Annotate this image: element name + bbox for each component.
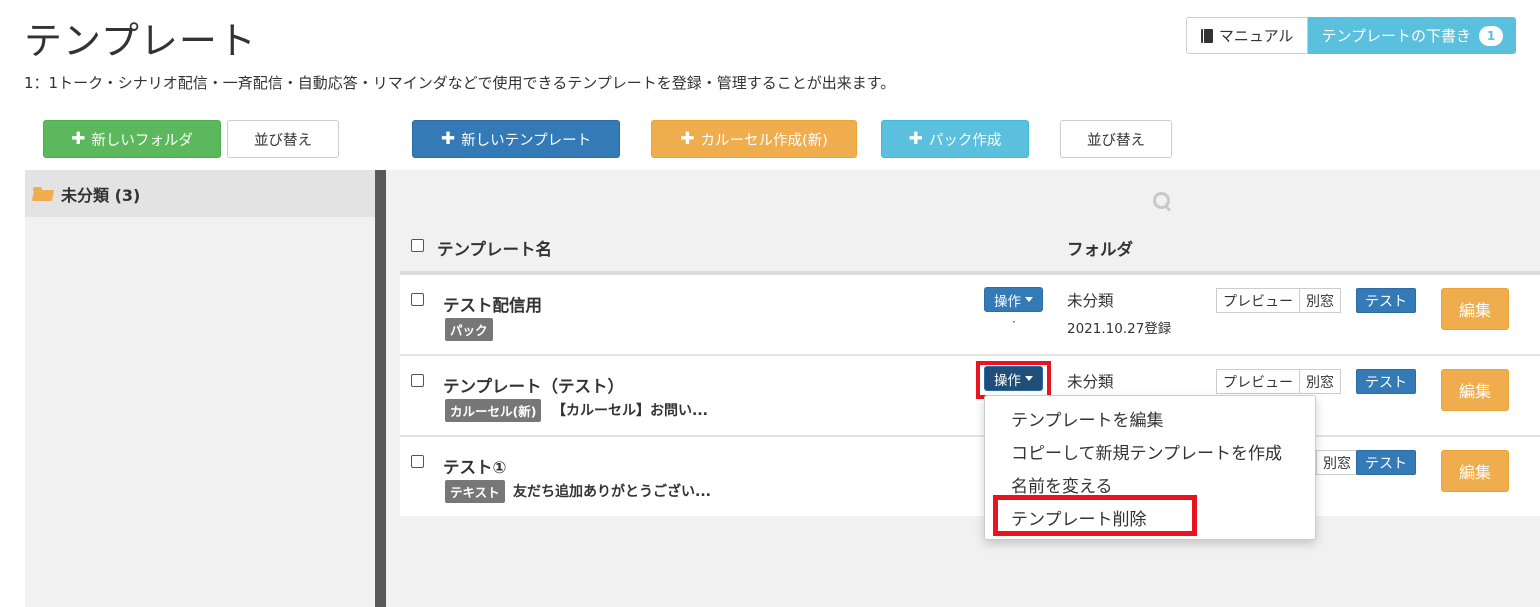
- row-checkbox[interactable]: [411, 374, 424, 387]
- sidebar-item-uncategorized[interactable]: 未分類 (3): [25, 170, 375, 217]
- table-row: テンプレート（テスト） カルーセル(新) 【カルーセル】お問い... 操作 未分…: [400, 356, 1540, 435]
- template-name: テスト配信用: [443, 296, 542, 315]
- caret-down-icon: [1025, 297, 1033, 302]
- top-actions: マニュアル テンプレートの下書き 1: [1185, 17, 1516, 54]
- preview-group: 別窓: [1316, 450, 1358, 475]
- new-folder-label: 新しいフォルダ: [91, 132, 193, 149]
- edit-button[interactable]: 編集: [1441, 450, 1509, 492]
- row-checkbox[interactable]: [411, 455, 424, 468]
- folder-sidebar: 未分類 (3): [25, 170, 375, 607]
- search-icon[interactable]: [1153, 192, 1171, 210]
- plus-icon: ✚: [71, 129, 86, 149]
- new-folder-button[interactable]: ✚ 新しいフォルダ: [43, 120, 221, 158]
- open-window-button[interactable]: 別窓: [1300, 288, 1341, 313]
- panel-divider[interactable]: [375, 170, 386, 607]
- template-name: テスト①: [443, 458, 507, 477]
- page-title: テンプレート: [24, 19, 257, 63]
- book-icon: [1200, 28, 1213, 43]
- template-type-badge: パック: [445, 318, 493, 341]
- sort-folders-button[interactable]: 並び替え: [227, 120, 339, 158]
- plus-icon: ✚: [440, 129, 456, 149]
- test-send-button[interactable]: テスト: [1356, 288, 1416, 313]
- edit-button[interactable]: 編集: [1441, 288, 1509, 330]
- select-all-checkbox[interactable]: [411, 239, 424, 252]
- table-row: テスト① テキスト 友だち追加ありがとうござい... 別窓 テスト 編集: [400, 437, 1540, 516]
- menu-item-edit-template[interactable]: テンプレートを編集: [985, 402, 1315, 435]
- column-header-name: テンプレート名: [437, 240, 553, 259]
- drafts-count-badge: 1: [1479, 25, 1503, 46]
- pack-create-button[interactable]: ✚ パック作成: [881, 120, 1029, 158]
- highlight-delete-item: [993, 495, 1197, 536]
- edit-button[interactable]: 編集: [1441, 369, 1509, 411]
- template-type-badge: カルーセル(新): [445, 399, 542, 422]
- carousel-create-label: カルーセル作成(新): [700, 132, 828, 149]
- test-send-button[interactable]: テスト: [1356, 369, 1416, 394]
- sidebar-item-label: 未分類 (3): [61, 185, 141, 205]
- template-drafts-button[interactable]: テンプレートの下書き 1: [1308, 17, 1516, 54]
- open-window-button[interactable]: 別窓: [1316, 450, 1358, 475]
- open-window-button[interactable]: 別窓: [1300, 369, 1341, 394]
- row-folder: 未分類: [1067, 373, 1114, 391]
- operations-label: 操作: [994, 293, 1021, 310]
- template-type-badge: テキスト: [445, 480, 505, 503]
- preview-group: プレビュー 別窓: [1216, 288, 1341, 313]
- menu-item-copy-template[interactable]: コピーして新規テンプレートを作成: [985, 435, 1315, 468]
- row-dot: ·: [1012, 315, 1016, 329]
- column-header-folder: フォルダ: [1067, 240, 1133, 259]
- registration-date: 2021.10.27登録: [1067, 321, 1172, 337]
- new-template-button[interactable]: ✚ 新しいテンプレート: [412, 120, 620, 158]
- carousel-create-button[interactable]: ✚ カルーセル作成(新): [651, 120, 857, 158]
- template-name: テンプレート（テスト）: [443, 377, 625, 396]
- table-row: テスト配信用 パック 操作 · 未分類 2021.10.27登録 プレビュー 別…: [400, 275, 1540, 354]
- template-preview-text: 友だち追加ありがとうござい...: [513, 484, 711, 500]
- plus-icon: ✚: [680, 129, 695, 149]
- manual-button[interactable]: マニュアル: [1185, 17, 1309, 54]
- row-checkbox[interactable]: [411, 293, 424, 306]
- pack-create-label: パック作成: [928, 132, 1002, 149]
- plus-icon: ✚: [908, 129, 923, 149]
- folder-open-icon: [33, 186, 53, 201]
- template-list-panel: テンプレート名 フォルダ テスト配信用 パック 操作 · 未分類 2021.10…: [386, 170, 1540, 607]
- test-send-button[interactable]: テスト: [1356, 450, 1416, 475]
- highlight-operations-button: [976, 361, 1051, 399]
- template-preview-text: 【カルーセル】お問い...: [552, 403, 708, 419]
- row-folder: 未分類: [1067, 292, 1114, 310]
- preview-button[interactable]: プレビュー: [1216, 369, 1300, 394]
- preview-button[interactable]: プレビュー: [1216, 288, 1300, 313]
- operations-dropdown-button[interactable]: 操作: [984, 287, 1043, 312]
- drafts-label: テンプレートの下書き: [1321, 27, 1471, 45]
- manual-label: マニュアル: [1218, 27, 1294, 45]
- page-description: 1：1トーク・シナリオ配信・一斉配信・自動応答・リマインダなどで使用できるテンプ…: [24, 74, 896, 92]
- sort-templates-button[interactable]: 並び替え: [1060, 120, 1172, 158]
- preview-group: プレビュー 別窓: [1216, 369, 1341, 394]
- new-template-label: 新しいテンプレート: [461, 132, 592, 149]
